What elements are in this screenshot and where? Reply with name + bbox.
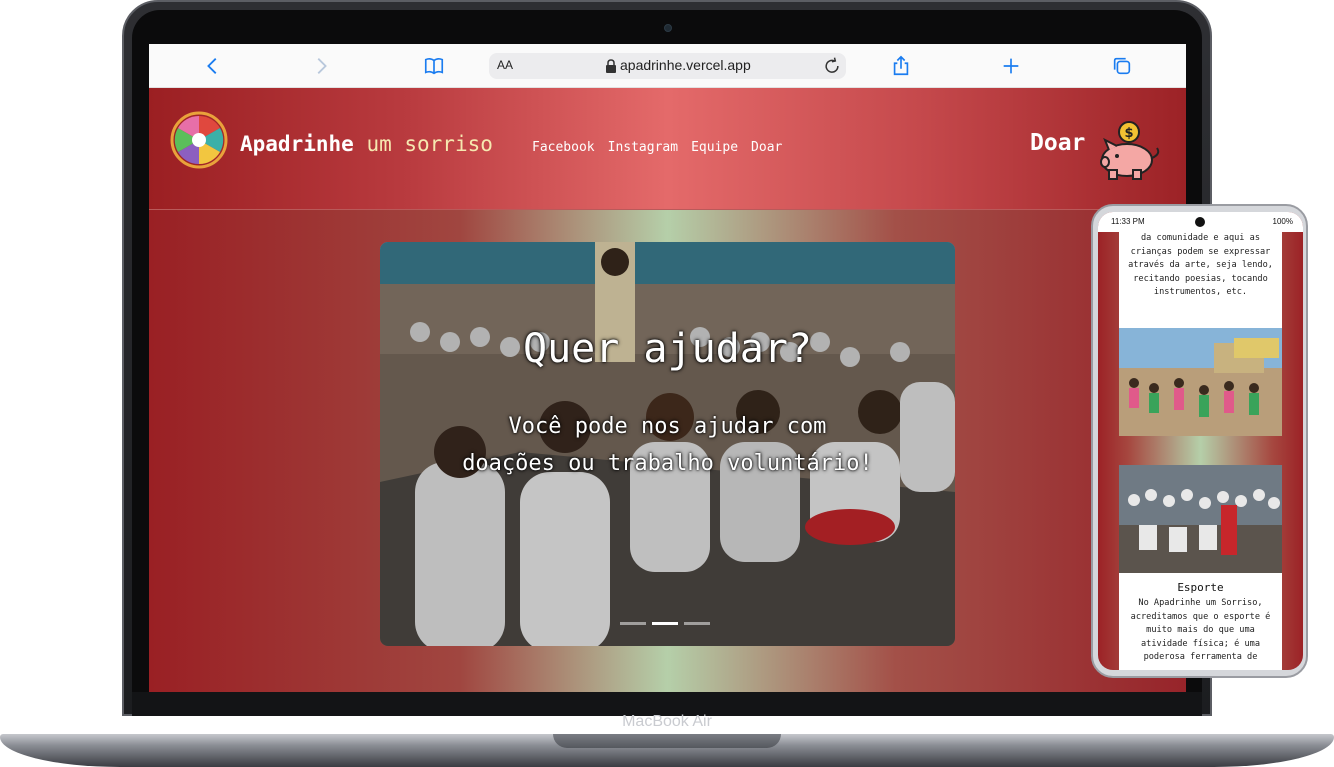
share-icon[interactable] — [887, 52, 915, 80]
phone-screen: 11:33 PM 100% da comunidade e aqui as cr… — [1098, 212, 1303, 670]
hero-carousel[interactable]: Quer ajudar? Você pode nos ajudar com do… — [380, 242, 955, 646]
carousel-indicator-1[interactable] — [620, 622, 646, 625]
browser-screen: AA apadrinhe.vercel.app Apadrinhe um sor… — [149, 44, 1186, 692]
brand-main: Apadrinhe — [240, 132, 354, 156]
slide-title: Quer ajudar? — [523, 326, 812, 372]
svg-text:$: $ — [1124, 126, 1133, 141]
site-brand[interactable]: Apadrinhe um sorriso — [240, 132, 493, 156]
lock-icon — [606, 59, 616, 73]
card-arte-photo — [1119, 328, 1282, 436]
card-esporte-photo — [1119, 465, 1282, 573]
browser-toolbar: AA apadrinhe.vercel.app — [149, 44, 1186, 88]
logo-icon[interactable] — [169, 110, 229, 170]
site-header: Apadrinhe um sorriso Facebook Instagram … — [149, 88, 1186, 210]
back-icon[interactable] — [199, 52, 227, 80]
slide-text: Você pode nos ajudar com doações ou trab… — [462, 414, 873, 476]
status-time: 11:33 PM — [1111, 217, 1145, 226]
front-camera-icon — [1195, 217, 1205, 227]
carousel-indicators — [620, 622, 710, 625]
laptop-base-notch — [553, 734, 781, 748]
nav-doar[interactable]: Doar — [751, 140, 782, 155]
carousel-indicator-3[interactable] — [684, 622, 710, 625]
forward-icon[interactable] — [307, 52, 335, 80]
main-nav: Facebook Instagram Equipe Doar — [532, 140, 782, 155]
bookmarks-icon[interactable] — [420, 52, 448, 80]
text-size-button[interactable]: AA — [497, 58, 513, 72]
card-arte-text: da comunidade e aqui as crianças podem s… — [1128, 233, 1273, 298]
nav-facebook[interactable]: Facebook — [532, 140, 595, 155]
laptop-brand-label: MacBook Air — [622, 713, 712, 730]
card-esporte-text: No Apadrinhe um Sorriso, acreditamos que… — [1130, 598, 1271, 663]
tabs-overview-icon[interactable] — [1108, 52, 1136, 80]
new-tab-icon[interactable] — [997, 52, 1025, 80]
status-battery: 100% — [1272, 217, 1293, 226]
url-text[interactable]: apadrinhe.vercel.app — [620, 57, 751, 73]
reload-icon[interactable] — [822, 56, 842, 76]
phone-card-arte: da comunidade e aqui as crianças podem s… — [1119, 232, 1282, 328]
nav-instagram[interactable]: Instagram — [608, 140, 678, 155]
camera-icon — [664, 24, 672, 32]
nav-equipe[interactable]: Equipe — [691, 140, 738, 155]
donate-button[interactable]: Doar — [1030, 130, 1085, 156]
brand-sub: um sorriso — [366, 132, 493, 156]
phone-status-bar: 11:33 PM 100% — [1098, 212, 1303, 232]
carousel-indicator-2[interactable] — [652, 622, 678, 625]
phone-card-esporte: Esporte No Apadrinhe um Sorriso, acredit… — [1119, 573, 1282, 670]
piggy-bank-icon[interactable]: $ — [1097, 120, 1167, 180]
card-esporte-title: Esporte — [1177, 581, 1224, 594]
hero-section: Quer ajudar? Você pode nos ajudar com do… — [149, 210, 1186, 692]
address-bar[interactable]: AA apadrinhe.vercel.app — [489, 53, 846, 79]
